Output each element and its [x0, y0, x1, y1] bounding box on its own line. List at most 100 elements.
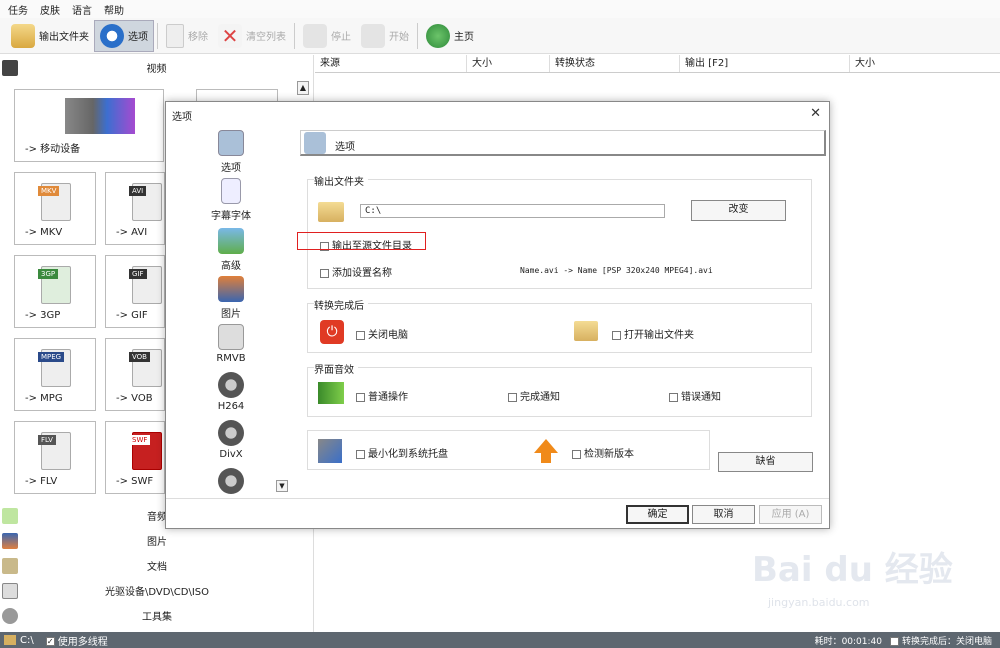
after-done-checkbox[interactable]: 转换完成后：关闭电脑 — [889, 634, 992, 647]
power-icon: ⏻ — [320, 320, 344, 344]
close-icon[interactable]: ✕ — [810, 106, 821, 121]
col-source[interactable]: 来源 — [315, 55, 467, 72]
section-header: 选项 — [300, 130, 826, 156]
default-button[interactable]: 缺省 — [718, 452, 813, 472]
complete-notify-checkbox[interactable]: 完成通知 — [508, 388, 560, 403]
checkbox-icon — [612, 330, 621, 340]
watermark-logo: Bai du 经验 — [752, 550, 953, 590]
col-output[interactable]: 输出 [F2] — [680, 55, 850, 72]
nav-scroll-down-button[interactable]: ▼ — [276, 480, 288, 492]
cancel-button[interactable]: 取消 — [692, 505, 755, 524]
checkbox-icon — [669, 392, 678, 402]
nav-subtitle-font[interactable]: 字幕字体 — [206, 178, 256, 222]
category-video[interactable]: 视频 — [0, 55, 313, 80]
nav-options[interactable]: 选项 — [206, 130, 256, 174]
swf-file-icon: SWF — [129, 432, 162, 470]
file-list-header: 来源 大小 转换状态 输出 [F2] 大小 — [315, 55, 1000, 73]
ok-button[interactable]: 确定 — [626, 505, 689, 524]
category-picture[interactable]: 图片 — [0, 528, 314, 553]
status-path: C:\ — [20, 634, 34, 646]
film-reel-icon — [218, 372, 244, 398]
nav-picture[interactable]: 图片 — [206, 276, 256, 320]
output-folder-title: 输出文件夹 — [314, 173, 368, 188]
misc-group: 最小化到系统托盘 检测新版本 — [307, 430, 710, 470]
nav-more[interactable] — [206, 468, 256, 497]
film-reel-icon — [218, 468, 244, 494]
multithread-checkbox[interactable]: ✓ 使用多线程 — [45, 633, 108, 648]
nav-rmvb[interactable]: RMVB — [206, 324, 256, 364]
tile-gif[interactable]: GIF -> GIF — [105, 255, 165, 328]
checkbox-icon — [889, 636, 899, 646]
add-setting-name-checkbox[interactable]: 添加设置名称 — [320, 264, 392, 279]
tile-vob[interactable]: VOB -> VOB — [105, 338, 165, 411]
tile-flv[interactable]: FLV -> FLV — [14, 421, 96, 494]
start-button[interactable]: 开始 — [356, 20, 414, 52]
tile-mobile[interactable]: -> 移动设备 — [14, 89, 164, 162]
film-icon — [2, 59, 18, 76]
menu-help[interactable]: 帮助 — [104, 2, 124, 17]
menu-language[interactable]: 语言 — [72, 2, 92, 17]
picture-icon — [218, 276, 244, 302]
col-output-size[interactable]: 大小 — [850, 55, 1000, 72]
folder-icon — [4, 635, 16, 645]
nav-h264[interactable]: H264 — [206, 372, 256, 412]
status-bar: C:\ ✓ 使用多线程 耗时：00:01:40 转换完成后：关闭电脑 — [0, 632, 1000, 648]
clear-list-button[interactable]: ✕ 清空列表 — [213, 20, 291, 52]
minimize-to-tray-checkbox[interactable]: 最小化到系统托盘 — [356, 445, 448, 460]
checkbox-icon — [572, 449, 581, 459]
menu-bar: 任务 皮肤 语言 帮助 — [0, 0, 1000, 18]
menu-task[interactable]: 任务 — [8, 2, 28, 17]
checkbox-checked-icon: ✓ — [45, 637, 55, 646]
error-notify-checkbox[interactable]: 错误通知 — [669, 388, 721, 403]
home-button[interactable]: 主页 — [421, 20, 479, 52]
shutdown-checkbox[interactable]: 关闭电脑 — [356, 326, 408, 341]
mobile-device-icon — [65, 98, 135, 134]
tile-mkv[interactable]: MKV -> MKV — [14, 172, 96, 245]
tile-3gp[interactable]: 3GP -> 3GP — [14, 255, 96, 328]
change-button[interactable]: 改变 — [691, 200, 786, 221]
3gp-file-icon: 3GP — [38, 266, 71, 304]
tile-avi[interactable]: AVI -> AVI — [105, 172, 165, 245]
ui-sound-group: 界面音效 普通操作 完成通知 错误通知 — [307, 361, 812, 417]
nav-advanced[interactable]: 高级 — [206, 228, 256, 272]
checkbox-icon — [320, 268, 329, 278]
scroll-up-button[interactable]: ▲ — [297, 81, 309, 95]
vob-file-icon: VOB — [129, 349, 162, 387]
name-example: Name.avi -> Name [PSP 320x240 MPEG4].avi — [520, 266, 713, 275]
elapsed-time: 耗时：00:01:40 — [814, 636, 882, 647]
options-button[interactable]: 选项 — [94, 19, 154, 52]
col-status[interactable]: 转换状态 — [550, 55, 680, 72]
output-path-input[interactable]: C:\ — [360, 204, 665, 218]
ui-sound-title: 界面音效 — [314, 361, 358, 376]
checkbox-icon — [356, 449, 365, 459]
check-update-checkbox[interactable]: 检测新版本 — [572, 445, 634, 460]
avi-file-icon: AVI — [129, 183, 162, 221]
update-arrow-icon — [534, 439, 558, 453]
category-document[interactable]: 文档 — [0, 553, 314, 578]
mkv-file-icon: MKV — [38, 183, 71, 221]
options-dialog: 选项 ✕ 选项 字幕字体 高级 图片 RMVB H264 DivX ▼ 选项 输… — [165, 101, 830, 529]
picture-icon — [2, 532, 18, 549]
watermark-url: jingyan.baidu.com — [768, 596, 870, 609]
tile-swf[interactable]: SWF -> SWF — [105, 421, 165, 494]
disc-drive-icon — [2, 582, 18, 599]
menu-skin[interactable]: 皮肤 — [40, 2, 60, 17]
folder-icon — [318, 202, 344, 222]
film-reel-icon — [218, 420, 244, 446]
checkbox-icon — [356, 392, 365, 402]
tile-mpg[interactable]: MPEG -> MPG — [14, 338, 96, 411]
category-rom[interactable]: 光驱设备\DVD\CD\ISO — [0, 578, 314, 603]
output-folder-button[interactable]: 输出文件夹 — [6, 20, 94, 52]
nav-divx[interactable]: DivX — [206, 420, 256, 460]
category-tools[interactable]: 工具集 — [0, 603, 314, 628]
col-size[interactable]: 大小 — [467, 55, 550, 72]
stop-button[interactable]: 停止 — [298, 20, 356, 52]
normal-operation-checkbox[interactable]: 普通操作 — [356, 388, 408, 403]
checkbox-icon — [356, 330, 365, 340]
gear-icon — [100, 23, 124, 48]
options-nav: 选项 字幕字体 高级 图片 RMVB H264 DivX ▼ — [166, 128, 294, 498]
font-file-icon — [221, 178, 241, 204]
remove-button[interactable]: 移除 — [161, 20, 213, 52]
apply-button[interactable]: 应用 (A) — [759, 505, 822, 524]
open-output-folder-checkbox[interactable]: 打开输出文件夹 — [612, 326, 694, 341]
